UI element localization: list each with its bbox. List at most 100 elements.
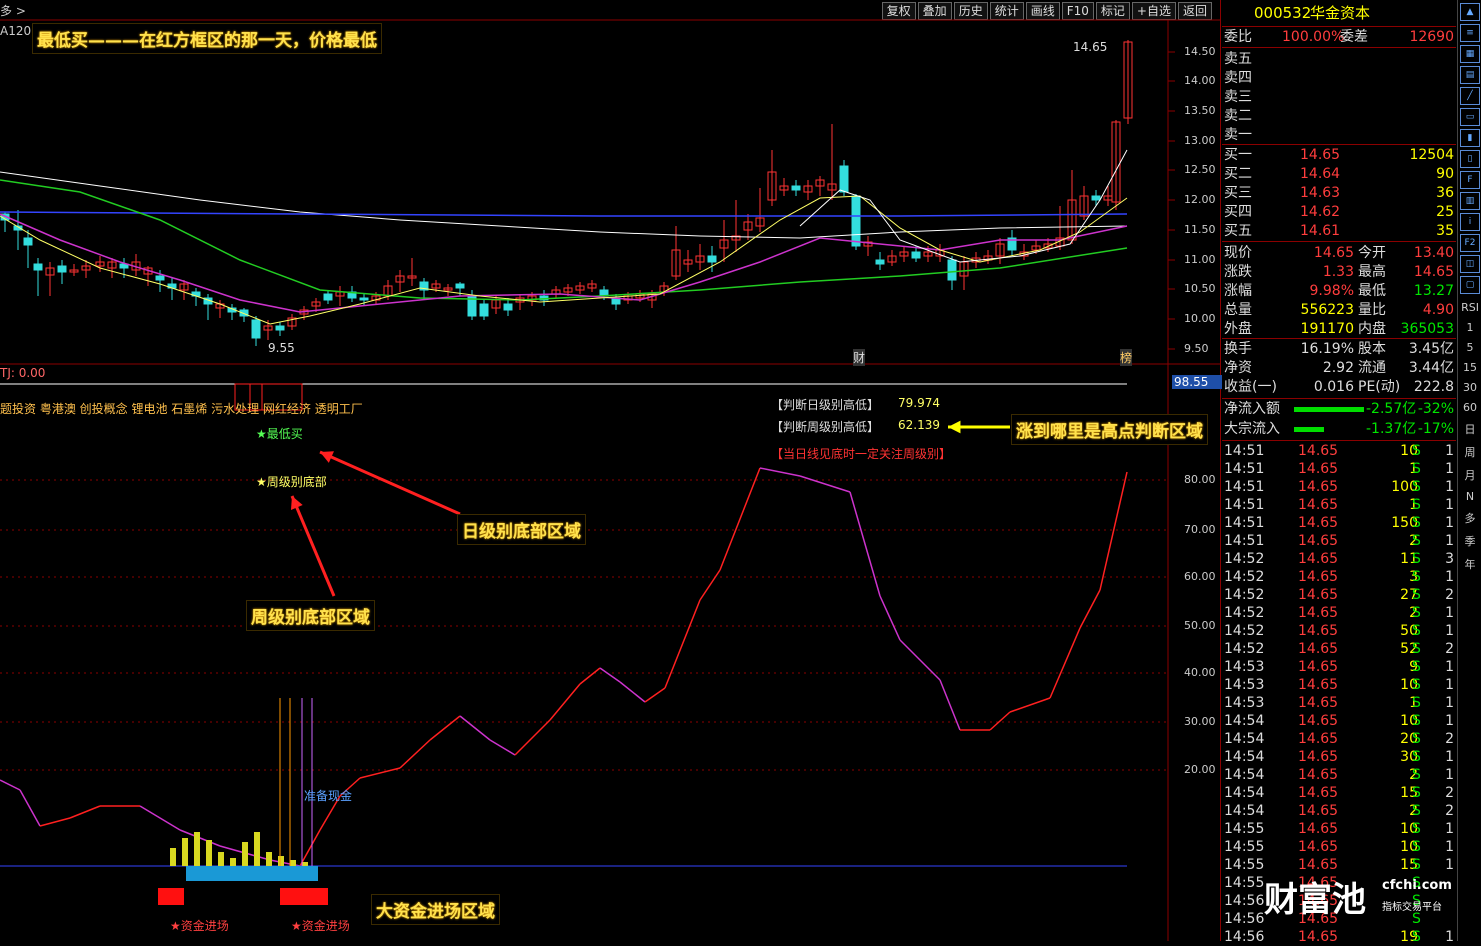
period-button[interactable]: 5 bbox=[1458, 341, 1481, 354]
tick-side: S bbox=[1412, 605, 1421, 621]
stat-value: 2.92 bbox=[1322, 360, 1354, 376]
tick-row: 14:54 14.65 2 S 2 bbox=[1222, 802, 1456, 820]
concept-tags: 题投资 粤港澳 创投概念 锂电池 石墨烯 污水处理 网红经济 透明工厂 bbox=[0, 402, 363, 416]
tick-row: 14:52 14.65 50 S 1 bbox=[1222, 622, 1456, 640]
indicator-line-segment bbox=[1049, 627, 1081, 699]
candle-body bbox=[503, 303, 513, 311]
chart-area[interactable]: 多 > A120: 11.87 复权叠加历史统计画线F10标记+自选返回 14.… bbox=[0, 0, 1222, 941]
fund-in-marker bbox=[158, 888, 184, 905]
quote-label-2: 最低 bbox=[1358, 283, 1386, 299]
period-button[interactable]: 15 bbox=[1458, 361, 1481, 374]
indicator-line-segment bbox=[599, 667, 621, 683]
period-button[interactable]: 年 bbox=[1458, 556, 1481, 572]
buy-price: 14.63 bbox=[1300, 185, 1341, 201]
quote-label: 现价 bbox=[1224, 245, 1252, 261]
candle-body bbox=[275, 325, 285, 331]
flow-value: -1.37亿 bbox=[1366, 421, 1417, 437]
flow-row: 大宗流入 -1.37亿 -17% bbox=[1222, 420, 1456, 439]
tick-row: 14:56 14.65 19 S 1 bbox=[1222, 928, 1456, 946]
period-button[interactable]: 季 bbox=[1458, 533, 1481, 549]
bar-icon[interactable]: ▥ bbox=[1460, 192, 1480, 210]
tick-price: 14.65 bbox=[1298, 587, 1339, 603]
quote-label: 涨跌 bbox=[1224, 264, 1252, 280]
candle-body bbox=[33, 263, 43, 271]
flow-row: 净流入额 -2.57亿 -32% bbox=[1222, 400, 1456, 419]
f2-icon[interactable]: F2 bbox=[1460, 234, 1480, 252]
info-icon[interactable]: i bbox=[1460, 213, 1480, 231]
indicator-tick-label: 40.00 bbox=[1184, 666, 1216, 679]
volume-bar bbox=[302, 862, 308, 866]
cai-marker[interactable]: 财 bbox=[853, 349, 866, 366]
period-button[interactable]: RSI bbox=[1458, 301, 1481, 314]
tick-time: 14:52 bbox=[1224, 623, 1265, 639]
indicator-line-segment bbox=[69, 805, 101, 819]
stat-row: 净资 2.92 流通 3.44亿 bbox=[1222, 359, 1456, 378]
period-button[interactable]: N bbox=[1458, 490, 1481, 503]
tick-row: 14:52 14.65 52 S 2 bbox=[1222, 640, 1456, 658]
tick-time: 14:54 bbox=[1224, 785, 1265, 801]
quote-label-2: 量比 bbox=[1358, 302, 1386, 318]
tick-price: 14.65 bbox=[1298, 929, 1339, 945]
finance-icon[interactable]: F bbox=[1460, 171, 1480, 189]
indicator-tick-label: 60.00 bbox=[1184, 570, 1216, 583]
period-button[interactable]: 30 bbox=[1458, 381, 1481, 394]
tick-count: 1 bbox=[1445, 569, 1454, 585]
candle-body bbox=[323, 293, 333, 301]
up-arrow-icon[interactable]: ▲ bbox=[1460, 3, 1480, 21]
tick-count: 2 bbox=[1445, 803, 1454, 819]
tick-time: 14:52 bbox=[1224, 551, 1265, 567]
sell-label: 卖一 bbox=[1224, 127, 1252, 143]
tick-time: 14:56 bbox=[1224, 929, 1265, 945]
quote-value: 9.98% bbox=[1309, 283, 1354, 299]
doc-icon[interactable]: ▢ bbox=[1460, 276, 1480, 294]
buy-row: 买二 14.64 90 bbox=[1222, 165, 1456, 184]
tick-count: 1 bbox=[1445, 497, 1454, 513]
indicator-line-segment bbox=[619, 681, 646, 703]
line-chart-icon[interactable]: ╱ bbox=[1460, 87, 1480, 105]
tick-time: 14:54 bbox=[1224, 803, 1265, 819]
indicator-line-segment bbox=[989, 711, 1011, 731]
judge-daily-label: 【判断日级别高低】 bbox=[771, 398, 880, 412]
candle-body bbox=[875, 259, 885, 265]
indicator-line-segment bbox=[899, 639, 941, 681]
sell-row: 卖三 bbox=[1222, 88, 1456, 107]
flow-pct: -17% bbox=[1417, 421, 1454, 437]
tick-count: 3 bbox=[1445, 551, 1454, 567]
tick-price: 14.65 bbox=[1298, 839, 1339, 855]
weibi-value: 100.00% bbox=[1282, 29, 1345, 45]
tick-count: 1 bbox=[1445, 839, 1454, 855]
table-icon[interactable]: ▤ bbox=[1460, 66, 1480, 84]
candle-body bbox=[851, 195, 861, 247]
window-icon[interactable]: ▭ bbox=[1460, 108, 1480, 126]
period-button[interactable]: 周 bbox=[1458, 444, 1481, 460]
buy-label: 买五 bbox=[1224, 223, 1252, 239]
tick-side: S bbox=[1412, 713, 1421, 729]
tick-side: S bbox=[1412, 551, 1421, 567]
stat-label: 换手 bbox=[1224, 341, 1252, 357]
tick-row: 14:54 14.65 30 S 1 bbox=[1222, 748, 1456, 766]
indicator-line-segment bbox=[39, 817, 71, 827]
tick-side: S bbox=[1412, 461, 1421, 477]
bang-marker[interactable]: 榜 bbox=[1120, 349, 1133, 366]
tick-side: S bbox=[1412, 785, 1421, 801]
quote-value-2: 14.65 bbox=[1413, 264, 1454, 280]
tick-time: 14:55 bbox=[1224, 875, 1265, 891]
quote-row: 涨跌 1.33 最高 14.65 bbox=[1222, 263, 1456, 282]
period-button[interactable]: 月 bbox=[1458, 467, 1481, 483]
watermark: 财富池 cfchi.com 指标交易平台 bbox=[1264, 872, 1456, 920]
list-icon[interactable]: ≡ bbox=[1460, 24, 1480, 42]
period-button[interactable]: 多 bbox=[1458, 510, 1481, 526]
tick-count: 1 bbox=[1445, 929, 1454, 945]
quote-value-2: 13.40 bbox=[1413, 245, 1454, 261]
period-button[interactable]: 60 bbox=[1458, 401, 1481, 414]
document-icon[interactable]: ▯ bbox=[1460, 150, 1480, 168]
grid-icon[interactable]: ▦ bbox=[1460, 45, 1480, 63]
quote-row: 总量 556223 量比 4.90 bbox=[1222, 301, 1456, 320]
period-button[interactable]: 1 bbox=[1458, 321, 1481, 334]
stat-value-2: 3.44亿 bbox=[1408, 360, 1454, 376]
chart-icon[interactable]: ◫ bbox=[1460, 255, 1480, 273]
period-button[interactable]: 日 bbox=[1458, 421, 1481, 437]
indicator-line-segment bbox=[759, 467, 801, 477]
tick-price: 14.65 bbox=[1298, 515, 1339, 531]
kline-icon[interactable]: ▮ bbox=[1460, 129, 1480, 147]
